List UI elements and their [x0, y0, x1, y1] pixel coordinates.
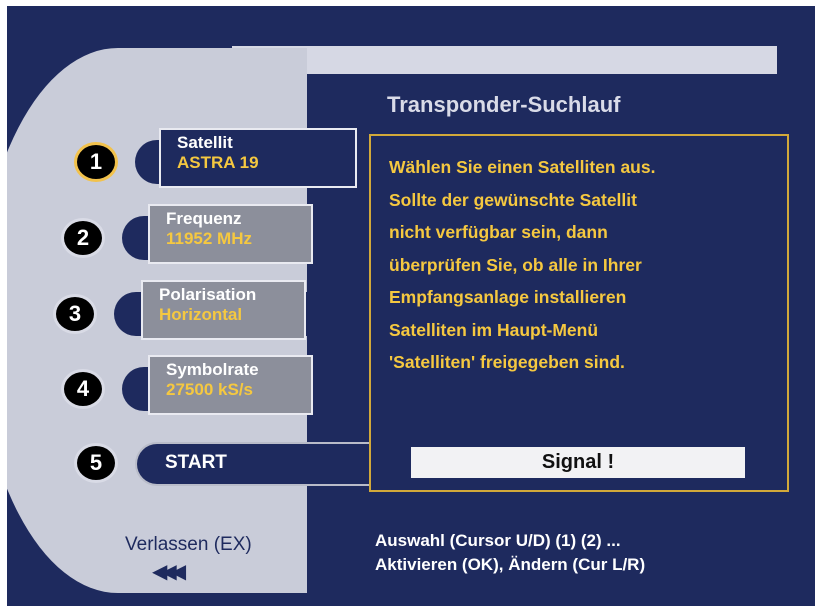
polarisation-value: Horizontal [159, 305, 243, 324]
info-line: 'Satelliten' freigegeben sind. [389, 352, 625, 372]
symbolrate-field[interactable]: Symbolrate 27500 kS/s [148, 355, 313, 415]
info-line: Satelliten im Haupt-Menü [389, 319, 599, 340]
info-line: Sollte der gewünschte Satellit [389, 189, 637, 210]
polarisation-field[interactable]: Polarisation Horizontal [141, 280, 306, 340]
top-bar [232, 46, 777, 74]
satellit-label: Satellit [177, 133, 233, 152]
info-line: überprüfen Sie, ob alle in Ihrer [389, 254, 642, 275]
row-4-number-badge: 4 [61, 369, 105, 409]
page-title: Transponder-Suchlauf [387, 92, 621, 117]
symbolrate-value: 27500 kS/s [166, 380, 253, 399]
help-line-1: Auswahl (Cursor U/D) (1) (2) ... [375, 531, 621, 550]
row-3-number-badge: 3 [53, 294, 97, 334]
info-line: nicht verfügbar sein, dann [389, 222, 608, 242]
frequenz-label: Frequenz [166, 209, 242, 228]
row-2-number-badge: 2 [61, 218, 105, 258]
start-label[interactable]: START [165, 452, 227, 474]
rewind-arrows-icon: ◀◀◀ [152, 561, 186, 583]
signal-indicator: Signal ! [411, 447, 745, 478]
info-text: Wählen Sie einen Satelliten aus. Sollte … [389, 151, 784, 379]
tv-screen: Transponder-Suchlauf 1 Satellit ASTRA 19… [7, 6, 815, 606]
frequenz-field[interactable]: Frequenz 11952 MHz [148, 204, 313, 264]
satellit-value: ASTRA 19 [177, 153, 259, 172]
row-5-number-badge: 5 [74, 443, 118, 483]
help-line-2: Aktivieren (OK), Ändern (Cur L/R) [375, 555, 646, 574]
polarisation-label: Polarisation [159, 285, 257, 304]
symbolrate-label: Symbolrate [166, 360, 259, 379]
satellit-field[interactable]: Satellit ASTRA 19 [159, 128, 357, 188]
row-1-number-badge: 1 [74, 142, 118, 182]
info-line: Wählen Sie einen Satelliten aus. [389, 157, 656, 177]
exit-label[interactable]: Verlassen (EX) [125, 534, 252, 556]
info-line: Empfangsanlage installieren [389, 287, 627, 307]
frequenz-value: 11952 MHz [166, 229, 252, 248]
